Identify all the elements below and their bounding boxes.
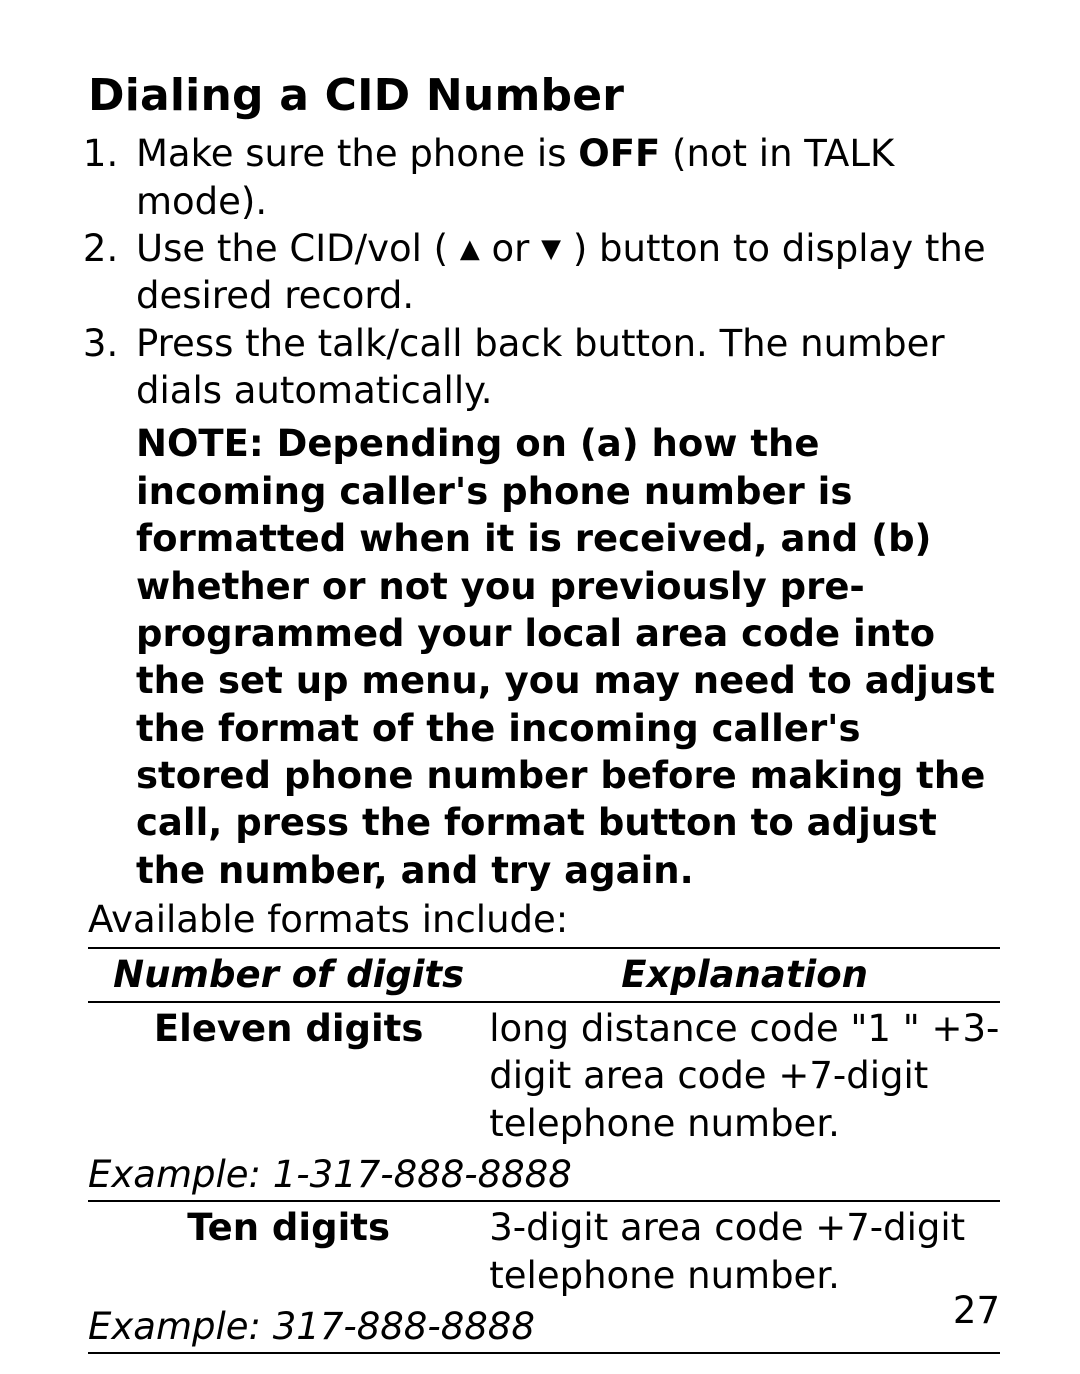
formats-table: Number of digits Explanation Eleven digi…	[88, 947, 1000, 1354]
step-2-text-a: Use the CID/vol (	[136, 227, 460, 270]
example-row: Example: 1-317-888-8888	[88, 1149, 1000, 1201]
page-number: 27	[953, 1287, 1000, 1334]
note-text: NOTE: Depending on (a) how the incoming …	[136, 420, 1000, 894]
step-2: Use the CID/vol ( ▲ or ▼ ) button to dis…	[130, 225, 1000, 320]
table-row: Ten digits 3-digit area code +7-digit te…	[88, 1201, 1000, 1301]
step-1: Make sure the phone is OFF (not in TALK …	[130, 130, 1000, 225]
step-1-text-a: Make sure the phone is	[136, 132, 578, 175]
example-row: Example: 317-888-8888	[88, 1301, 1000, 1353]
triangle-up-icon: ▲	[460, 233, 480, 266]
explanation-cell: 3-digit area code +7-digit telephone num…	[489, 1201, 1000, 1301]
table-row: Eleven digits long distance code "1 " +3…	[88, 1002, 1000, 1149]
manual-page: Dialing a CID Number Make sure the phone…	[0, 0, 1080, 1374]
header-explanation: Explanation	[489, 948, 1000, 1001]
step-3: Press the talk/call back button. The num…	[130, 320, 1000, 894]
page-heading: Dialing a CID Number	[88, 68, 1000, 124]
step-2-text-b: or	[480, 227, 541, 270]
example-text: Example: 1-317-888-8888	[88, 1149, 1000, 1201]
table-header-row: Number of digits Explanation	[88, 948, 1000, 1001]
example-text: Example: 317-888-8888	[88, 1301, 1000, 1353]
explanation-cell: long distance code "1 " +3-digit area co…	[489, 1002, 1000, 1149]
steps-list: Make sure the phone is OFF (not in TALK …	[88, 130, 1000, 894]
off-word: OFF	[578, 132, 660, 175]
header-number-of-digits: Number of digits	[88, 948, 489, 1001]
digits-label: Eleven digits	[88, 1005, 489, 1052]
step-3-text: Press the talk/call back button. The num…	[136, 322, 945, 412]
triangle-down-icon: ▼	[541, 233, 561, 266]
formats-intro: Available formats include:	[88, 896, 1000, 943]
digits-label: Ten digits	[88, 1204, 489, 1251]
